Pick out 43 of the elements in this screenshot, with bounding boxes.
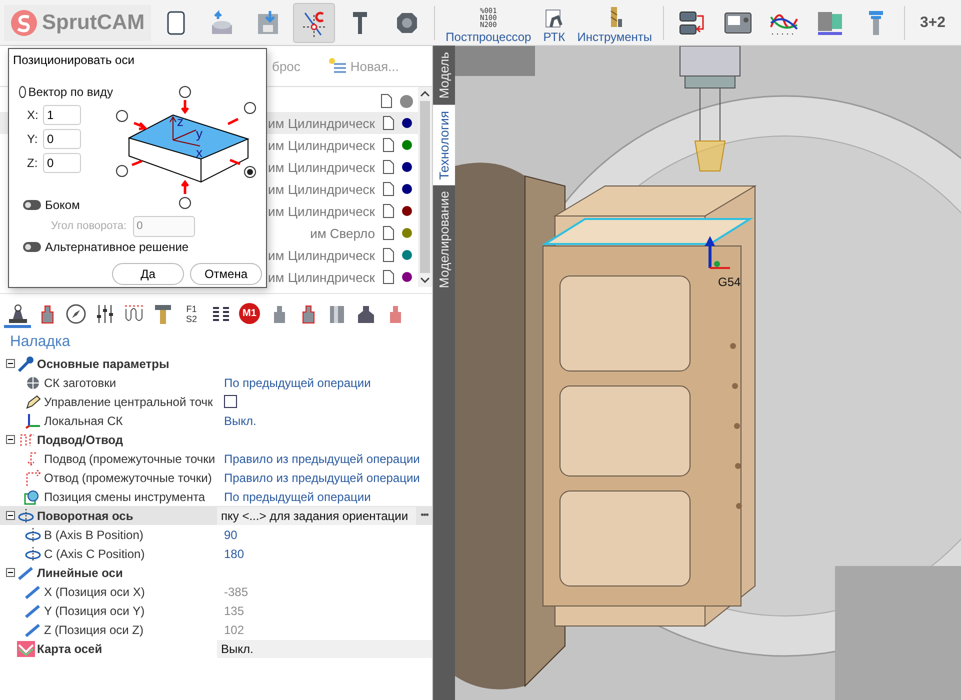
- property-value: Правило из предыдущей операции: [224, 452, 420, 466]
- mode-label: 3+2: [919, 14, 946, 31]
- property-value: -385: [224, 584, 248, 598]
- axis-label: x: [196, 145, 202, 160]
- toggle-label: Боком: [45, 198, 80, 212]
- property-name: Позиция смены инструмента: [44, 490, 206, 504]
- property-value: Выкл.: [224, 414, 256, 428]
- property-group-name: Карта осей: [37, 642, 104, 656]
- property-group-name: Подвод/Отвод: [37, 432, 124, 446]
- property-value: По предыдущей операции: [224, 376, 371, 390]
- property-value: Правило из предыдущей операции: [224, 470, 420, 484]
- field-label: Y:: [27, 132, 39, 146]
- radio-label: Вектор по виду: [28, 85, 113, 99]
- property-name: Z (Позиция оси Z): [44, 622, 144, 636]
- property-value: 90: [224, 528, 238, 542]
- property-name: Локальная СК: [44, 414, 124, 428]
- property-name: X (Позиция оси X): [44, 584, 146, 598]
- origin-label: G54: [718, 275, 741, 289]
- field-label: Z:: [27, 156, 39, 170]
- section-title: Наладка: [9, 332, 72, 352]
- property-value: пку <...> для задания ориентации: [217, 506, 416, 524]
- property-name: Отвод (промежуточные точки): [44, 470, 213, 484]
- field-label: X:: [27, 108, 40, 122]
- property-group-name: Линейные оси: [37, 566, 124, 580]
- property-group-name: Основные параметры: [37, 356, 170, 370]
- property-name: Y (Позиция оси Y): [44, 604, 146, 618]
- property-group-name: Поворотная ось: [37, 508, 134, 522]
- logo-text: SprutCAM: [42, 10, 145, 34]
- property-value: По предыдущей операции: [224, 490, 371, 504]
- dialog-title: Позиционировать оси: [13, 53, 136, 69]
- property-value: 135: [224, 604, 244, 618]
- axis-label: y: [196, 126, 202, 141]
- property-name: Управление центральной точк: [44, 394, 214, 408]
- toggle-label: Альтернативное решение: [45, 240, 189, 254]
- property-value: Выкл.: [217, 640, 432, 658]
- property-value: 180: [224, 546, 244, 560]
- property-name: C (Axis C Position): [44, 546, 146, 560]
- field-label: Угол поворота:: [51, 220, 127, 232]
- property-value: 102: [224, 622, 244, 636]
- property-name: Подвод (промежуточные точки: [44, 452, 216, 466]
- property-name: B (Axis B Position): [44, 528, 144, 542]
- axis-label: z: [177, 114, 184, 129]
- property-name: СК заготовки: [44, 376, 118, 390]
